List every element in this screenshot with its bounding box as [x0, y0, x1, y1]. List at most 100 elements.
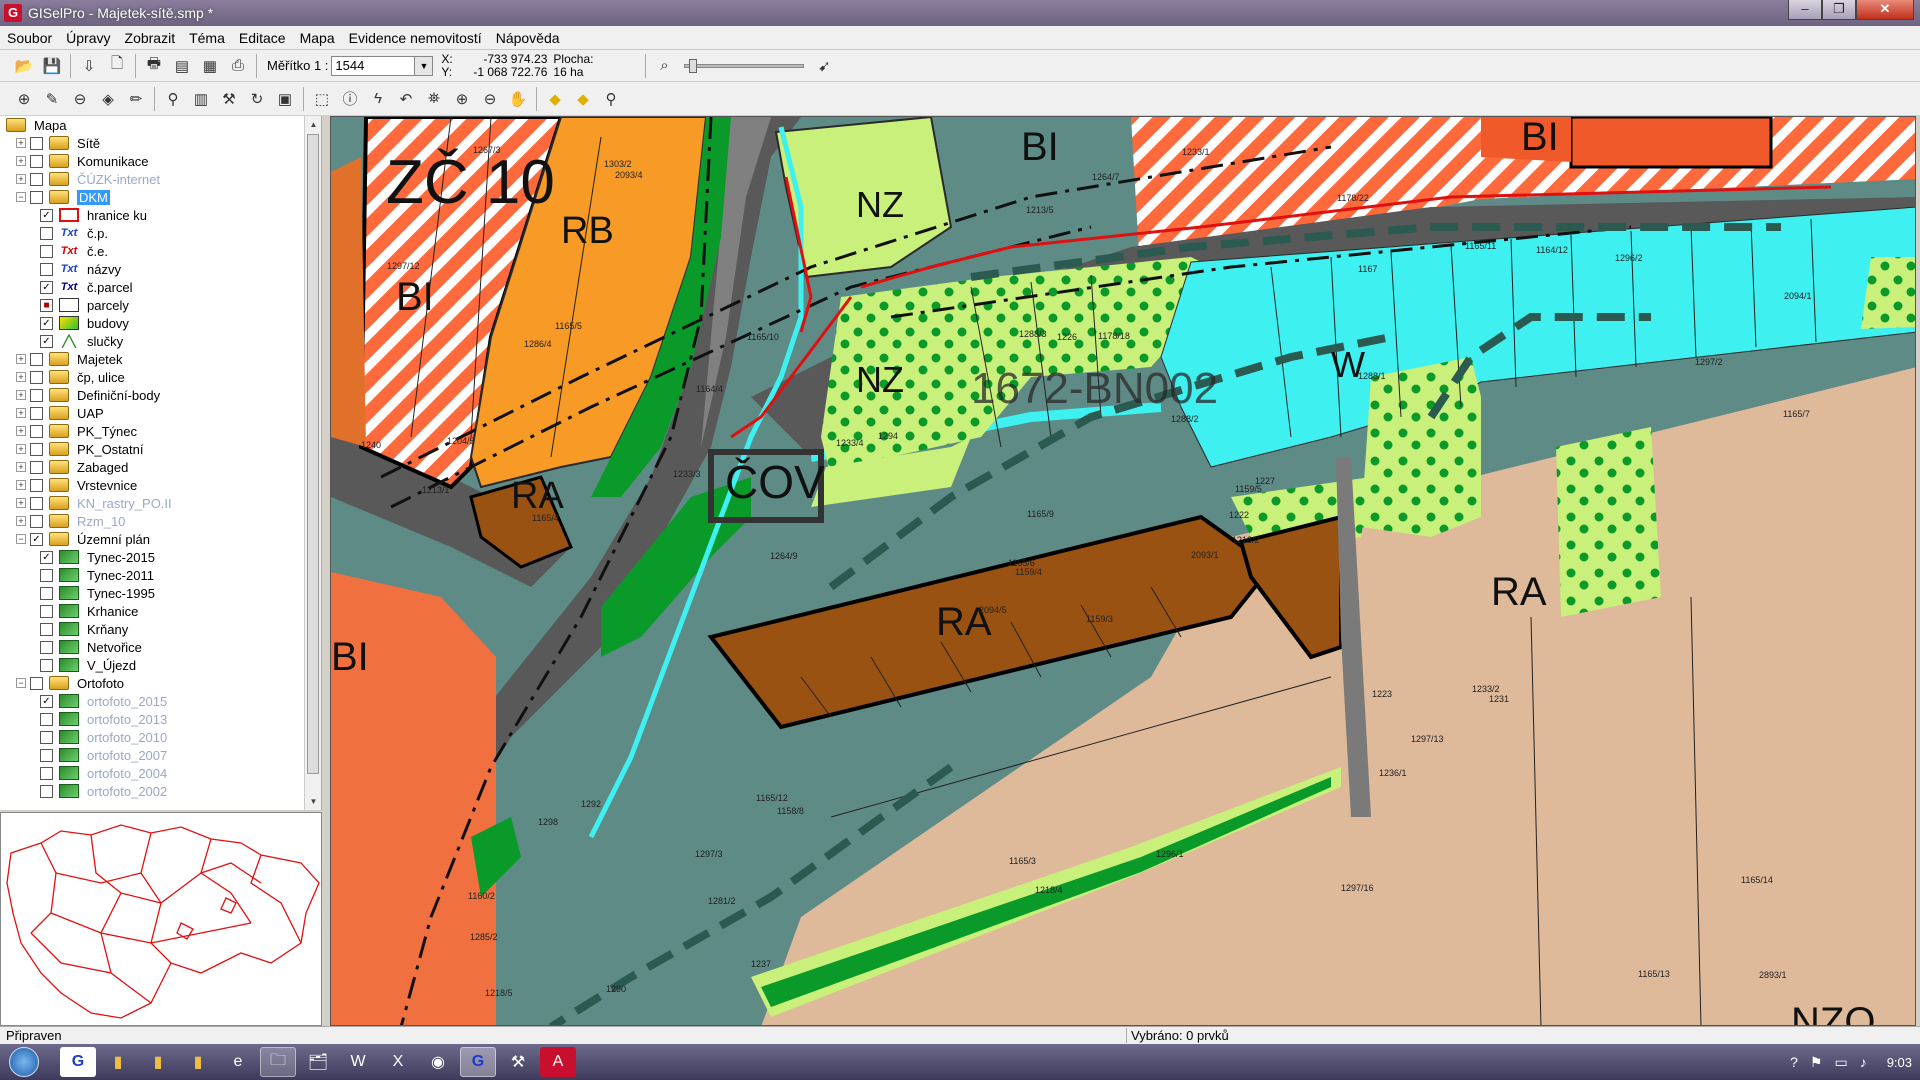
zoom-tool-icon[interactable]: ⌕ [651, 53, 677, 79]
expand-toggle-icon[interactable]: + [16, 516, 26, 526]
tree-row[interactable]: ortofoto_2007 [0, 746, 305, 764]
menu-evidence-nemovitosti[interactable]: Evidence nemovitostí [342, 30, 489, 46]
scroll-thumb[interactable] [307, 134, 319, 774]
measure-icon[interactable]: ⛯ [421, 86, 447, 112]
zoom-slider[interactable] [684, 58, 805, 73]
layer-visibility-checkbox[interactable] [30, 370, 43, 384]
print-icon[interactable]: 🖶 [141, 53, 167, 79]
scroll-up-icon[interactable]: ▲ [305, 116, 321, 133]
tree-row[interactable]: ortofoto_2010 [0, 728, 305, 746]
layer-visibility-checkbox[interactable] [40, 568, 53, 582]
tree-row[interactable]: ortofoto_2013 [0, 710, 305, 728]
scale-dropdown-icon[interactable]: ▼ [415, 55, 434, 76]
tree-row[interactable]: Tynec-2011 [0, 566, 305, 584]
zoom-in-icon[interactable]: ⊕ [449, 86, 475, 112]
layer-add-icon[interactable]: ⊕ [11, 86, 37, 112]
expand-toggle-icon[interactable]: − [16, 678, 26, 688]
import-icon[interactable]: ⇩ [76, 53, 102, 79]
layer-visibility-checkbox[interactable] [30, 154, 43, 168]
gisel-taskbar-icon[interactable]: G [60, 1047, 96, 1077]
arrow-prev-icon[interactable]: ◆ [542, 86, 568, 112]
layer-visibility-checkbox[interactable] [40, 640, 53, 654]
tree-row[interactable]: V_Újezd [0, 656, 305, 674]
layer-visibility-checkbox[interactable] [40, 622, 53, 636]
scale-input[interactable] [331, 55, 416, 76]
expand-toggle-icon[interactable]: − [16, 192, 26, 202]
folder2-taskbar-icon[interactable]: ▮ [140, 1047, 176, 1077]
tree-row[interactable]: + Vrstevnice [0, 476, 305, 494]
tree-row[interactable]: Txt názvy [0, 260, 305, 278]
layer-visibility-checkbox[interactable] [40, 784, 53, 798]
layer-visibility-checkbox[interactable]: ✓ [40, 208, 53, 222]
layer-visibility-checkbox[interactable] [40, 604, 53, 618]
tree-row[interactable]: + Sítě [0, 134, 305, 152]
layer-visibility-checkbox[interactable] [30, 352, 43, 366]
menu-editace[interactable]: Editace [232, 30, 293, 46]
tree-row[interactable]: ✓ ortofoto_2015 [0, 692, 305, 710]
new-page-icon[interactable]: 🗋 [104, 53, 130, 79]
menu-mapa[interactable]: Mapa [293, 30, 342, 46]
menu-soubor[interactable]: Soubor [0, 30, 59, 46]
tree-row[interactable]: Krhanice [0, 602, 305, 620]
layer-visibility-checkbox[interactable] [40, 586, 53, 600]
layer-visibility-checkbox[interactable] [40, 730, 53, 744]
layout-icon[interactable]: ▦ [197, 53, 223, 79]
gisel-active-taskbar-icon[interactable]: G [460, 1047, 496, 1077]
chrome-taskbar-icon[interactable]: ◉ [420, 1047, 456, 1077]
explorer-taskbar-icon[interactable]: 🗀 [260, 1047, 296, 1077]
map-canvas[interactable] [331, 117, 1916, 1026]
layer-visibility-checkbox[interactable] [40, 748, 53, 762]
arrow-next-icon[interactable]: ◆ [570, 86, 596, 112]
layer-visibility-checkbox[interactable]: ✓ [40, 550, 53, 564]
network-tray-icon[interactable]: ▭ [1834, 1054, 1847, 1071]
tree-row[interactable]: + Komunikace [0, 152, 305, 170]
scroll-down-icon[interactable]: ▼ [305, 793, 321, 810]
menu-upravy[interactable]: Úpravy [59, 30, 117, 46]
layer-visibility-checkbox[interactable]: ✓ [40, 316, 53, 330]
layer-visibility-checkbox[interactable] [30, 442, 43, 456]
locate-icon[interactable]: ➹ [811, 53, 837, 79]
start-button[interactable] [0, 1044, 48, 1080]
tree-row[interactable]: ortofoto_2002 [0, 782, 305, 800]
tree-row[interactable]: + ČÚZK-internet [0, 170, 305, 188]
layer-visibility-checkbox[interactable] [30, 496, 43, 510]
layer-visibility-checkbox[interactable]: ✓ [40, 694, 53, 708]
tree-row[interactable]: + Zabaged [0, 458, 305, 476]
pen-icon[interactable]: ✏ [123, 86, 149, 112]
tree-row[interactable]: ✓ Tynec-2015 [0, 548, 305, 566]
expand-toggle-icon[interactable]: + [16, 372, 26, 382]
layer-visibility-checkbox[interactable] [40, 226, 53, 240]
layer-visibility-checkbox[interactable] [30, 136, 43, 150]
lightning-icon[interactable]: ϟ [365, 86, 391, 112]
menu-tema[interactable]: Téma [182, 30, 232, 46]
undo-icon[interactable]: ↶ [393, 86, 419, 112]
refresh-icon[interactable]: ↻ [244, 86, 270, 112]
tree-row[interactable]: + PK_Ostatní [0, 440, 305, 458]
expand-toggle-icon[interactable]: + [16, 354, 26, 364]
layer-visibility-checkbox[interactable] [30, 478, 43, 492]
overview-map[interactable] [0, 812, 322, 1026]
clock[interactable]: 9:03 [1887, 1055, 1912, 1070]
layer-visibility-checkbox[interactable] [40, 262, 53, 276]
tree-row[interactable]: ortofoto_2004 [0, 764, 305, 782]
info-icon[interactable]: ⓘ [337, 86, 363, 112]
layer-remove-icon[interactable]: ⊖ [67, 86, 93, 112]
layer-visibility-checkbox[interactable] [40, 712, 53, 726]
tree-row[interactable]: ✓ hranice ku [0, 206, 305, 224]
tree-row[interactable]: + Rzm_10 [0, 512, 305, 530]
menu-napoveda[interactable]: Nápověda [489, 30, 567, 46]
close-button[interactable]: ✕ [1856, 0, 1914, 20]
zoom-slider-knob[interactable] [689, 58, 698, 73]
layer-visibility-checkbox[interactable]: ✓ [40, 280, 53, 294]
layer-visibility-checkbox[interactable] [40, 244, 53, 258]
tree-row[interactable]: + Definiční-body [0, 386, 305, 404]
tree-row[interactable]: − Ortofoto [0, 674, 305, 692]
layer-visibility-checkbox[interactable] [30, 514, 43, 528]
folder3-taskbar-icon[interactable]: ▮ [180, 1047, 216, 1077]
help-tray-icon[interactable]: ? [1790, 1054, 1798, 1070]
tree-row[interactable]: Mapa [0, 116, 305, 134]
minimize-button[interactable]: – [1788, 0, 1822, 20]
tree-row[interactable]: ✓ Txt č.parcel [0, 278, 305, 296]
expand-toggle-icon[interactable]: + [16, 426, 26, 436]
zoom-out-icon[interactable]: ⊖ [477, 86, 503, 112]
